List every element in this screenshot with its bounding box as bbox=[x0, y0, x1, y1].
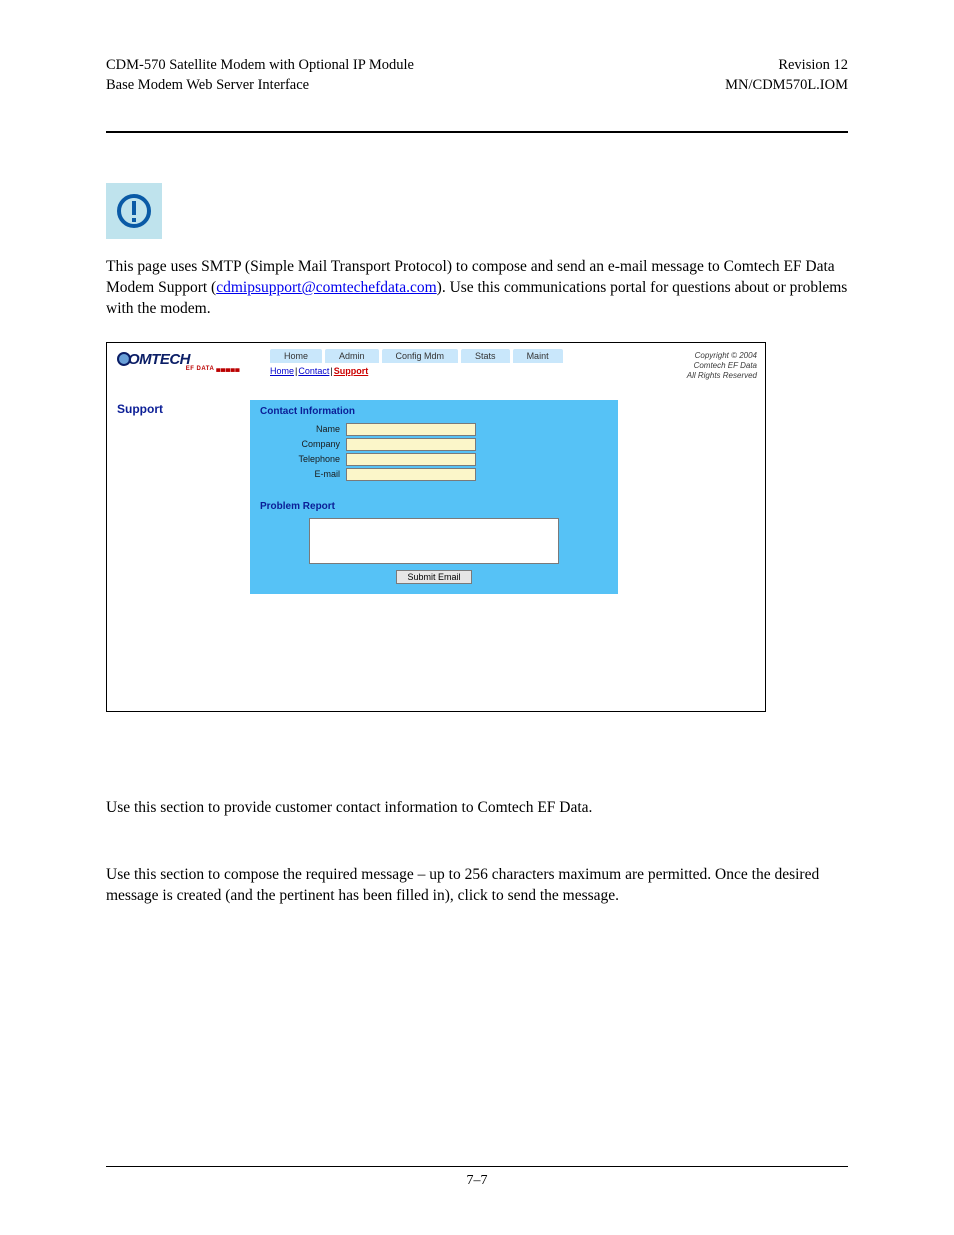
figure-left-column: OMTECH EF DATA ▄▄▄▄▄ Support bbox=[107, 343, 250, 711]
input-email[interactable] bbox=[346, 468, 476, 481]
header-revision: Revision 12 bbox=[725, 56, 848, 76]
subnav-contact[interactable]: Contact bbox=[298, 366, 329, 376]
tab-stats[interactable]: Stats bbox=[461, 349, 510, 363]
figure-right-column: Copyright © 2004 Comtech EF Data All Rig… bbox=[660, 343, 765, 711]
tab-admin[interactable]: Admin bbox=[325, 349, 379, 363]
field-row-telephone: Telephone bbox=[260, 453, 608, 466]
subnav-support[interactable]: Support bbox=[334, 366, 369, 376]
figure-center-column: Home Admin Config Mdm Stats Maint Home|C… bbox=[250, 343, 660, 711]
body-text: Use this section to provide customer con… bbox=[106, 798, 848, 907]
body-p2-b: has been filled in), click bbox=[338, 887, 491, 904]
submit-wrap: Submit Email bbox=[260, 570, 608, 584]
page-header: CDM-570 Satellite Modem with Optional IP… bbox=[106, 56, 848, 95]
header-title-2: Base Modem Web Server Interface bbox=[106, 76, 414, 96]
copyright-line2: Comtech EF Data bbox=[660, 361, 757, 371]
tab-config-mdm[interactable]: Config Mdm bbox=[382, 349, 459, 363]
document-page: CDM-570 Satellite Modem with Optional IP… bbox=[0, 0, 954, 1235]
support-email-link[interactable]: cdmipsupport@comtechefdata.com bbox=[216, 279, 436, 296]
problem-report-panel: Problem Report Submit Email bbox=[260, 501, 608, 584]
copyright-line3: All Rights Reserved bbox=[660, 371, 757, 381]
header-docid: MN/CDM570L.IOM bbox=[725, 76, 848, 96]
field-row-name: Name bbox=[260, 423, 608, 436]
intro-paragraph: This page uses SMTP (Simple Mail Transpo… bbox=[106, 257, 848, 320]
header-right: Revision 12 MN/CDM570L.IOM bbox=[725, 56, 848, 95]
label-name: Name bbox=[260, 424, 346, 434]
label-telephone: Telephone bbox=[260, 454, 346, 464]
page-footer: 7–7 bbox=[0, 1166, 954, 1189]
input-company[interactable] bbox=[346, 438, 476, 451]
body-paragraph-2: Use this section to compose the required… bbox=[106, 865, 848, 907]
contact-info-panel: Contact Information Name Company Telepho… bbox=[250, 400, 618, 594]
comtech-logo: OMTECH EF DATA ▄▄▄▄▄ bbox=[117, 351, 250, 372]
tab-home[interactable]: Home bbox=[270, 349, 322, 363]
input-name[interactable] bbox=[346, 423, 476, 436]
body-paragraph-1: Use this section to provide customer con… bbox=[106, 798, 848, 819]
contact-info-title: Contact Information bbox=[260, 406, 608, 417]
body-p2-c: to send the message. bbox=[492, 887, 619, 904]
support-page-screenshot: OMTECH EF DATA ▄▄▄▄▄ Support Home Admin … bbox=[106, 342, 766, 712]
main-tabbar: Home Admin Config Mdm Stats Maint bbox=[250, 349, 660, 363]
field-row-email: E-mail bbox=[260, 468, 608, 481]
copyright-line1: Copyright © 2004 bbox=[660, 351, 757, 361]
field-row-company: Company bbox=[260, 438, 608, 451]
subnav-home[interactable]: Home bbox=[270, 366, 294, 376]
problem-textarea[interactable] bbox=[309, 518, 559, 564]
alert-icon bbox=[106, 183, 162, 239]
submit-email-button[interactable]: Submit Email bbox=[396, 570, 471, 584]
sub-nav: Home|Contact|Support bbox=[250, 363, 660, 376]
header-title-1: CDM-570 Satellite Modem with Optional IP… bbox=[106, 56, 414, 76]
logo-text: OMTECH bbox=[128, 351, 190, 368]
input-telephone[interactable] bbox=[346, 453, 476, 466]
footer-rule bbox=[106, 1166, 848, 1167]
label-email: E-mail bbox=[260, 469, 346, 479]
problem-report-title: Problem Report bbox=[260, 501, 608, 512]
page-section-title: Support bbox=[117, 402, 250, 416]
label-company: Company bbox=[260, 439, 346, 449]
tab-maint[interactable]: Maint bbox=[513, 349, 563, 363]
header-left: CDM-570 Satellite Modem with Optional IP… bbox=[106, 56, 414, 95]
header-rule bbox=[106, 131, 848, 133]
page-number: 7–7 bbox=[467, 1173, 488, 1188]
